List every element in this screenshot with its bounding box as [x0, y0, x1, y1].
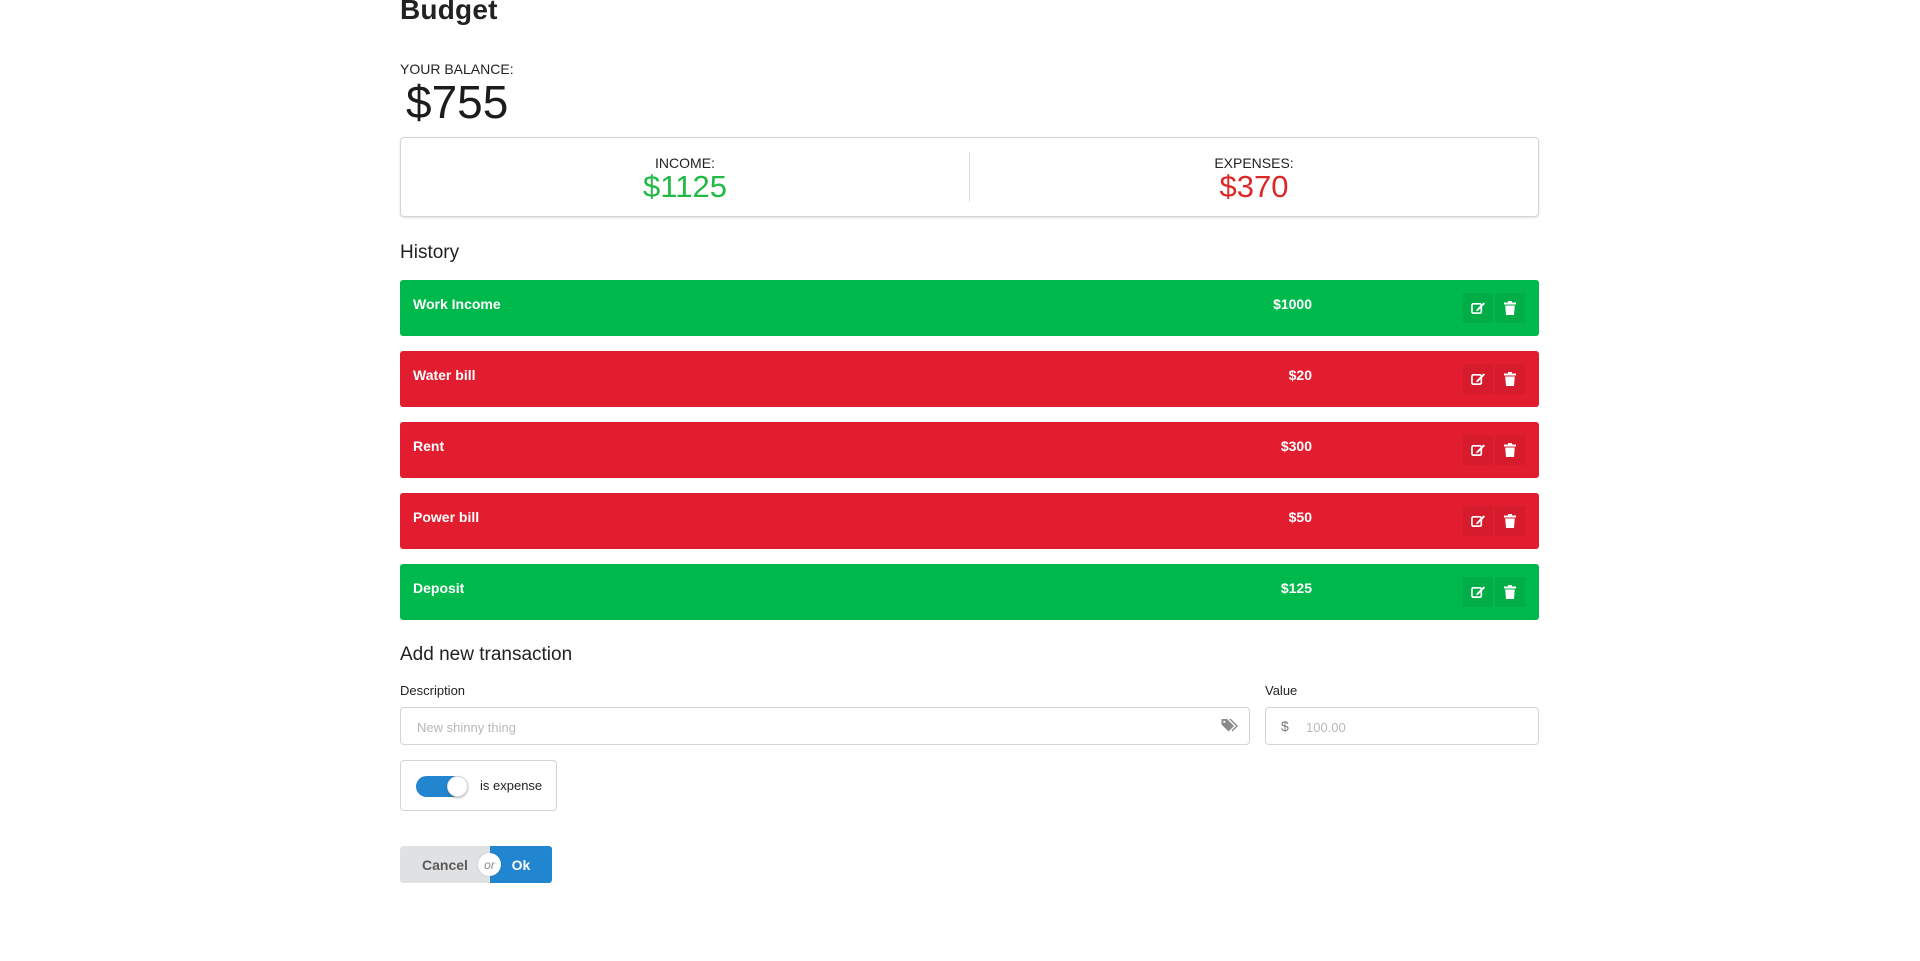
transaction-amount: $125	[1280, 580, 1312, 596]
dollar-prefix: $	[1281, 718, 1289, 734]
transaction-description: Power bill	[413, 509, 480, 525]
edit-icon	[1470, 302, 1485, 314]
transaction-row: Power bill $50	[400, 493, 1539, 549]
description-label: Description	[400, 683, 466, 698]
summary-card: INCOME: $1125 EXPENSES: $370	[400, 137, 1539, 217]
delete-button[interactable]	[1495, 293, 1525, 323]
transaction-description: Water bill	[413, 367, 476, 383]
delete-button[interactable]	[1495, 577, 1525, 607]
edit-icon	[1470, 586, 1485, 598]
trash-icon	[1504, 301, 1516, 315]
is-expense-label: is expense	[480, 778, 543, 793]
transaction-amount: $300	[1280, 438, 1312, 454]
edit-button[interactable]	[1463, 435, 1493, 465]
balance-label: YOUR BALANCE:	[400, 61, 514, 77]
transaction-actions	[1463, 506, 1525, 536]
transaction-actions	[1463, 364, 1525, 394]
trash-icon	[1504, 372, 1516, 386]
value-input[interactable]	[1304, 708, 1528, 746]
trash-icon	[1504, 514, 1516, 528]
transaction-actions	[1463, 435, 1525, 465]
toggle-knob	[447, 776, 468, 797]
description-input[interactable]	[415, 708, 1199, 746]
form-buttons: Cancel Ok or	[400, 846, 552, 883]
transaction-actions	[1463, 293, 1525, 323]
transaction-actions	[1463, 577, 1525, 607]
delete-button[interactable]	[1495, 506, 1525, 536]
expense-toggle-container: is expense	[400, 760, 557, 811]
transaction-amount: $50	[1288, 509, 1312, 525]
history-list: Work Income $1000 Water bill $20 Rent $3…	[400, 280, 1539, 635]
edit-button[interactable]	[1463, 364, 1493, 394]
transaction-row: Deposit $125	[400, 564, 1539, 620]
edit-button[interactable]	[1463, 506, 1493, 536]
tags-icon	[1221, 718, 1239, 738]
cancel-button[interactable]: Cancel	[400, 846, 490, 883]
expenses-statistic: EXPENSES: $370	[970, 138, 1538, 216]
transaction-row: Work Income $1000	[400, 280, 1539, 336]
delete-button[interactable]	[1495, 435, 1525, 465]
trash-icon	[1504, 585, 1516, 599]
value-field: $	[1265, 707, 1539, 746]
transaction-amount: $20	[1288, 367, 1312, 383]
trash-icon	[1504, 443, 1516, 457]
transaction-amount: $1000	[1273, 296, 1312, 312]
income-value: $1125	[643, 169, 727, 204]
income-statistic: INCOME: $1125	[401, 138, 969, 216]
page-title: Budget	[400, 0, 498, 25]
value-label: Value	[1265, 683, 1298, 698]
is-expense-toggle[interactable]	[416, 776, 468, 797]
edit-button[interactable]	[1463, 293, 1493, 323]
edit-icon	[1470, 515, 1485, 527]
edit-icon	[1470, 373, 1485, 385]
add-transaction-title: Add new transaction	[400, 644, 573, 665]
or-separator: or	[478, 853, 501, 876]
transaction-description: Rent	[413, 438, 445, 454]
expenses-value: $370	[1219, 169, 1289, 204]
balance-value: $755	[406, 76, 509, 128]
history-title: History	[400, 242, 460, 263]
transaction-row: Water bill $20	[400, 351, 1539, 407]
edit-icon	[1470, 444, 1485, 456]
transaction-description: Deposit	[413, 580, 465, 596]
description-field	[400, 707, 1250, 746]
transaction-row: Rent $300	[400, 422, 1539, 478]
delete-button[interactable]	[1495, 364, 1525, 394]
edit-button[interactable]	[1463, 577, 1493, 607]
transaction-description: Work Income	[413, 296, 501, 312]
